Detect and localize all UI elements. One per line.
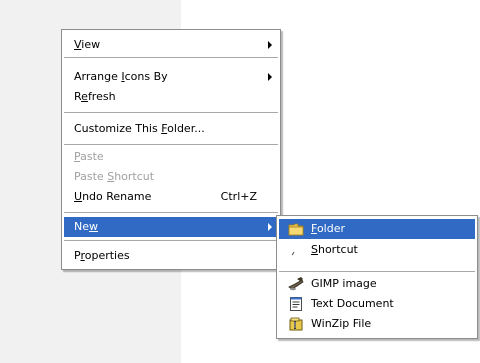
menu-item-refresh[interactable]: Refresh bbox=[64, 87, 278, 107]
menu-item-arrange-icons-by[interactable]: Arrange Icons By bbox=[64, 67, 278, 87]
menu-separator bbox=[64, 144, 278, 145]
submenu-item-shortcut[interactable]: Shortcut bbox=[279, 240, 475, 260]
menu-item-undo-rename-shortcut: Ctrl+Z bbox=[220, 190, 257, 203]
menu-separator bbox=[64, 240, 278, 241]
menu-item-new[interactable]: New bbox=[64, 217, 278, 237]
submenu-item-text-document-label: Text Document bbox=[311, 297, 394, 310]
menu-item-paste-shortcut-label: Paste Shortcut bbox=[74, 170, 155, 183]
submenu-arrow-icon bbox=[268, 41, 272, 49]
submenu-item-shortcut-label: Shortcut bbox=[311, 243, 358, 256]
submenu-item-folder[interactable]: Folder bbox=[279, 219, 475, 239]
menu-item-undo-rename-label: Undo Rename bbox=[74, 190, 152, 203]
menu-item-view-label: View bbox=[74, 38, 101, 51]
menu-item-refresh-label: Refresh bbox=[74, 90, 116, 103]
folder-icon bbox=[288, 221, 304, 237]
menu-item-undo-rename[interactable]: Undo Rename Ctrl+Z bbox=[64, 187, 278, 207]
context-menu: View Arrange Icons By Refresh Customize … bbox=[61, 29, 281, 270]
submenu-item-folder-label: Folder bbox=[311, 222, 345, 235]
menu-item-properties[interactable]: Properties bbox=[64, 246, 278, 266]
text-document-icon bbox=[288, 296, 304, 312]
menu-item-arrange-icons-by-label: Arrange Icons By bbox=[74, 70, 168, 83]
menu-item-customize-this-folder-label: Customize This Folder... bbox=[74, 122, 205, 135]
submenu-arrow-icon bbox=[268, 73, 272, 81]
menu-separator bbox=[64, 57, 278, 58]
menu-item-new-label: New bbox=[74, 220, 98, 233]
new-submenu: Folder Shortcut GIMP image Text Document… bbox=[276, 215, 478, 339]
menu-item-paste[interactable]: Paste bbox=[64, 147, 278, 167]
winzip-file-icon bbox=[288, 316, 304, 332]
submenu-item-winzip-file-label: WinZip File bbox=[311, 317, 372, 330]
menu-item-properties-label: Properties bbox=[74, 249, 130, 262]
menu-item-view[interactable]: View bbox=[64, 35, 278, 55]
menu-item-customize-this-folder[interactable]: Customize This Folder... bbox=[64, 119, 278, 139]
menu-item-paste-shortcut[interactable]: Paste Shortcut bbox=[64, 167, 278, 187]
menu-separator bbox=[64, 212, 278, 213]
menu-separator bbox=[64, 112, 278, 113]
submenu-item-gimp-image[interactable]: GIMP image bbox=[279, 274, 475, 294]
shortcut-icon bbox=[288, 242, 304, 258]
submenu-item-gimp-image-label: GIMP image bbox=[311, 277, 377, 290]
menu-item-paste-label: Paste bbox=[74, 150, 104, 163]
gimp-image-icon bbox=[288, 276, 304, 292]
menu-separator bbox=[279, 271, 475, 272]
submenu-item-winzip-file[interactable]: WinZip File bbox=[279, 314, 475, 334]
submenu-arrow-icon bbox=[268, 223, 272, 231]
submenu-item-text-document[interactable]: Text Document bbox=[279, 294, 475, 314]
